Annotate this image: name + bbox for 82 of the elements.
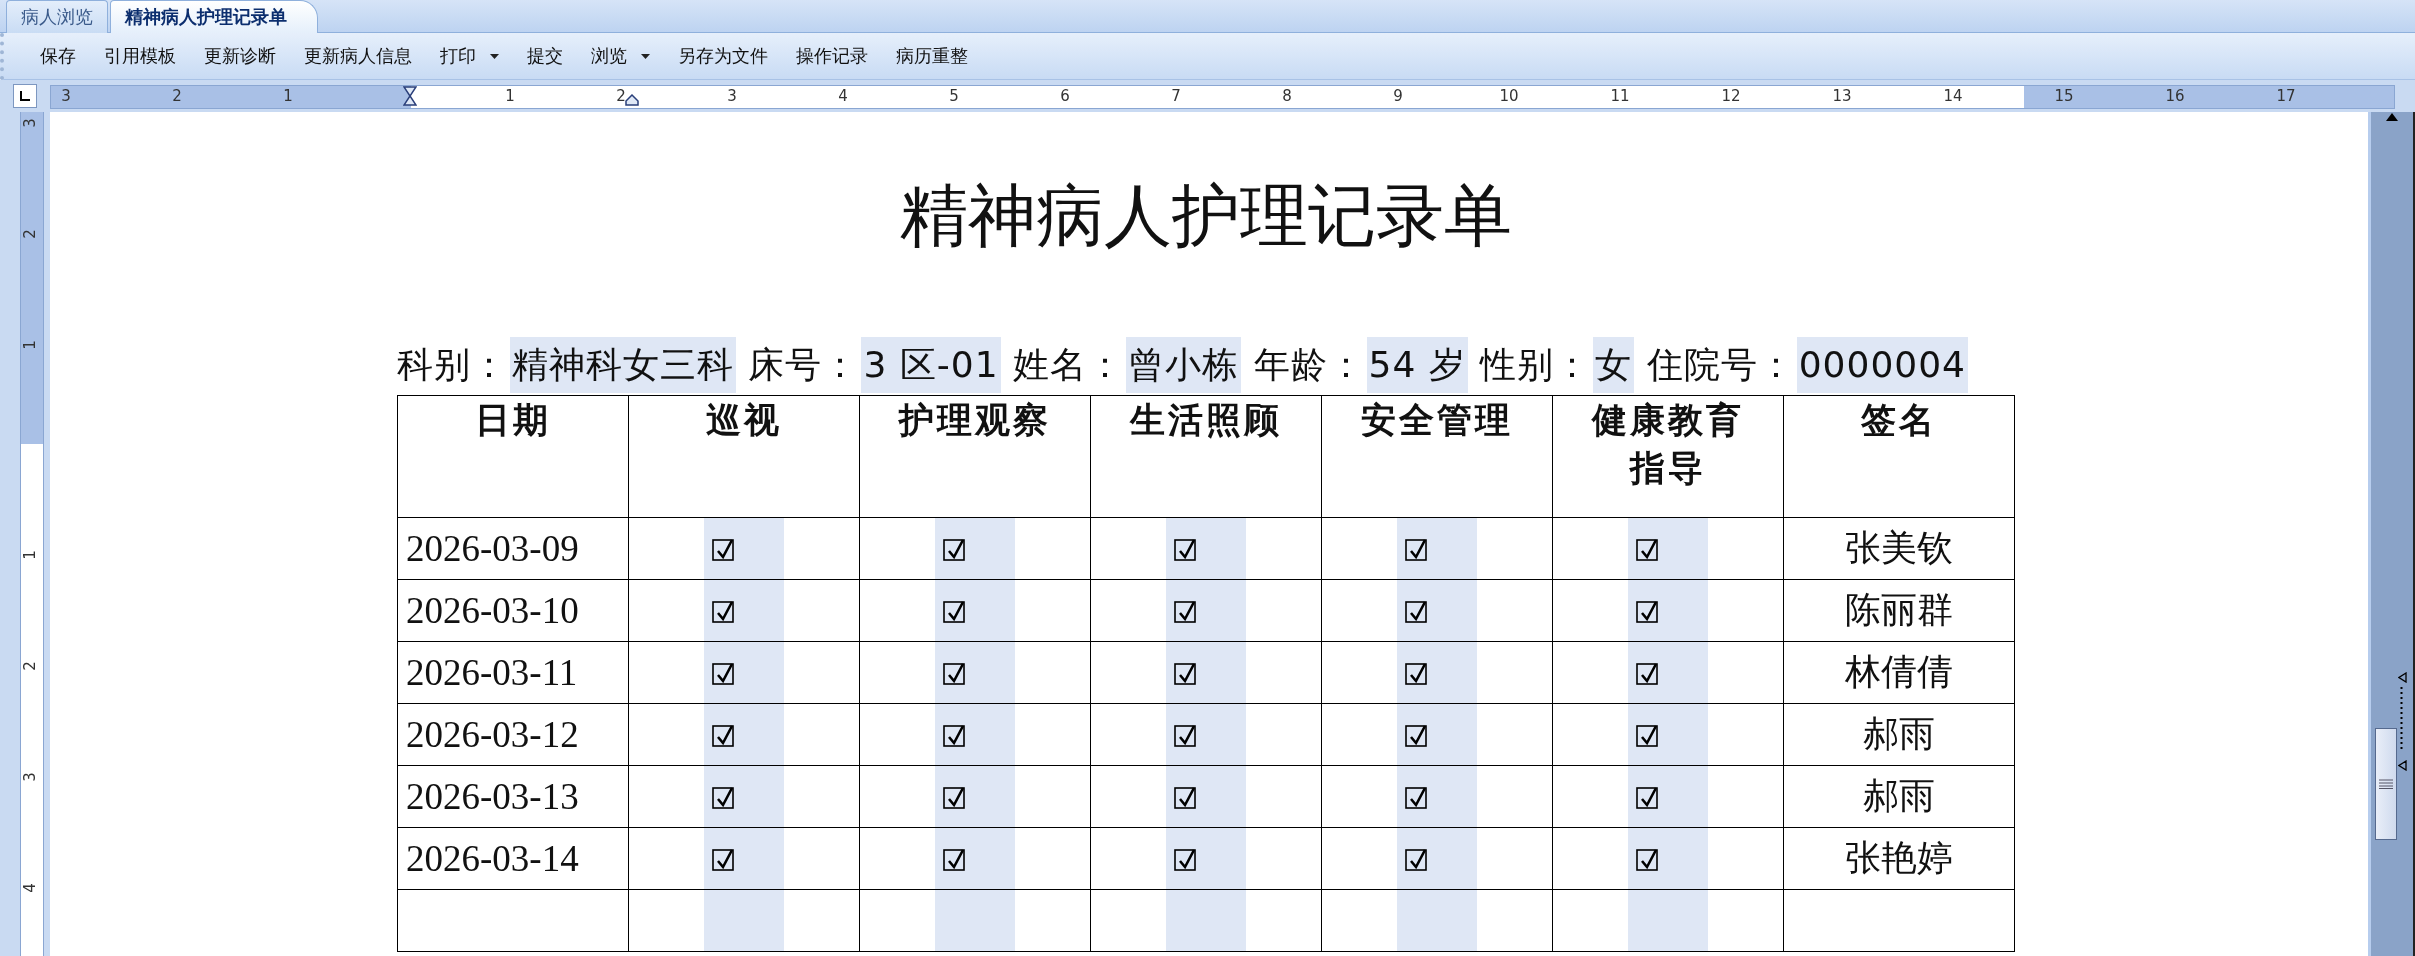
dropdown-button[interactable]: 打印	[430, 40, 509, 72]
ruler-number: 2	[20, 661, 39, 671]
toolbar-button[interactable]: 更新诊断	[194, 40, 286, 72]
caret-icon	[641, 53, 650, 59]
document-title: 精神病人护理记录单	[899, 175, 1513, 256]
column-header: 签名	[1783, 395, 2015, 518]
ruler-number: 3	[20, 118, 39, 128]
ruler-number: 17	[2276, 87, 2296, 105]
ruler-number: 7	[1171, 87, 1181, 105]
toolbar-button[interactable]: 提交	[517, 40, 573, 72]
left-tab-icon	[20, 91, 30, 101]
previous-page-icon[interactable]	[2398, 672, 2407, 683]
caret-icon	[490, 53, 499, 59]
dropdown-button[interactable]: 浏览	[581, 40, 660, 72]
toolbar-button[interactable]: 另存为文件	[668, 40, 778, 72]
ruler-number: 1	[20, 340, 39, 350]
toolbar-button[interactable]: 病历重整	[886, 40, 978, 72]
ruler-number: 1	[20, 550, 39, 560]
field-label: 性别：	[1480, 343, 1592, 387]
field-value[interactable]: 精神科女三科	[510, 337, 736, 393]
table-cell: 郝雨	[1783, 765, 2015, 828]
ruler-number: 3	[20, 772, 39, 782]
column-header: 安全管理	[1321, 395, 1553, 518]
field-value[interactable]: 3 区-01	[861, 337, 1001, 393]
ruler-number: 2	[20, 229, 39, 239]
column-header: 健康教育指导	[1552, 395, 1784, 518]
table-cell: 2026-03-09	[397, 517, 629, 580]
field-label: 住院号：	[1646, 343, 1795, 387]
toolbar-button[interactable]: 操作记录	[786, 40, 878, 72]
field-label: 姓名：	[1013, 343, 1125, 387]
table-cell: 2026-03-14	[397, 827, 629, 890]
column-header: 巡视	[628, 395, 860, 518]
indent-marker-icon[interactable]	[403, 86, 417, 106]
field-value[interactable]: 0000004	[1796, 337, 1969, 393]
table-cell: 2026-03-10	[397, 579, 629, 642]
ruler-number: 8	[1282, 87, 1292, 105]
ruler-number: 14	[1943, 87, 1963, 105]
column-header: 生活照顾	[1090, 395, 1322, 518]
ruler-number: 4	[20, 883, 39, 893]
ruler-number: 12	[1721, 87, 1741, 105]
dotted-line-icon	[2400, 687, 2403, 751]
ruler-number: 10	[1499, 87, 1519, 105]
ruler-number: 13	[1832, 87, 1852, 105]
table-cell: 林倩倩	[1783, 641, 2015, 704]
scrollbar-thumb[interactable]	[2375, 728, 2397, 840]
column-header: 日期	[397, 395, 629, 518]
column-header: 护理观察	[859, 395, 1091, 518]
ruler-number: 6	[1060, 87, 1070, 105]
field-label: 床号：	[748, 343, 860, 387]
ruler-number: 3	[61, 87, 71, 105]
field-value[interactable]: 女	[1593, 337, 1635, 393]
ruler-number: 1	[505, 87, 515, 105]
field-label: 年龄：	[1253, 343, 1365, 387]
toolbar-button[interactable]: 引用模板	[94, 40, 186, 72]
field-label: 科别：	[397, 343, 508, 387]
ruler-number: 16	[2165, 87, 2185, 105]
table-cell: 2026-03-13	[397, 765, 629, 828]
grip-icon	[2379, 779, 2393, 789]
tab[interactable]: 病人浏览	[6, 0, 108, 33]
table-cell: 张艳婷	[1783, 827, 2015, 890]
toolbar-button[interactable]: 保存	[30, 40, 86, 72]
tab[interactable]: 精神病人护理记录单	[110, 0, 318, 33]
field-value[interactable]: 54 岁	[1366, 337, 1468, 393]
toolbar-button[interactable]: 更新病人信息	[294, 40, 422, 72]
table-cell: 陈丽群	[1783, 579, 2015, 642]
indent-marker-icon[interactable]	[625, 94, 639, 106]
ruler-number: 2	[616, 87, 626, 105]
ruler-number: 15	[2054, 87, 2074, 105]
ruler-number: 5	[949, 87, 959, 105]
field-value[interactable]: 曾小栋	[1126, 337, 1242, 393]
table-cell: 张美钦	[1783, 517, 2015, 580]
ruler-number: 9	[1393, 87, 1403, 105]
ruler-number: 3	[727, 87, 737, 105]
table-cell: 2026-03-11	[397, 641, 629, 704]
ruler-number: 1	[283, 87, 293, 105]
next-page-icon[interactable]	[2398, 760, 2407, 771]
ruler-number: 11	[1610, 87, 1630, 105]
tab-stop-selector[interactable]	[13, 84, 37, 108]
ruler-number: 2	[172, 87, 182, 105]
table-cell: 郝雨	[1783, 703, 2015, 766]
table-cell: 2026-03-12	[397, 703, 629, 766]
ruler-number: 4	[838, 87, 848, 105]
